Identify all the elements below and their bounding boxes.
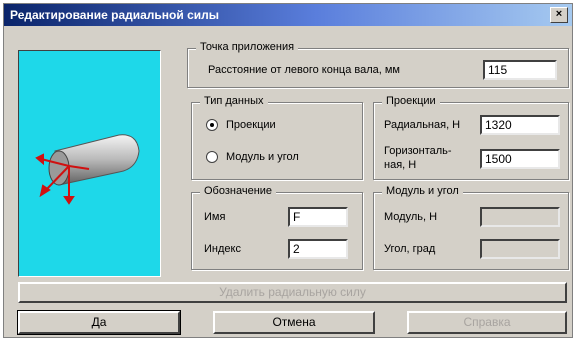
- close-button[interactable]: ×: [550, 7, 568, 23]
- index-input[interactable]: 2: [288, 239, 348, 259]
- modulus-input[interactable]: [480, 207, 560, 227]
- horizontal-label-line2: ная, Н: [384, 159, 417, 171]
- name-input[interactable]: F: [288, 207, 348, 227]
- distance-input[interactable]: 115: [483, 60, 557, 80]
- modulus-angle-group: Модуль и угол Модуль, Н Угол, град: [373, 185, 569, 270]
- angle-label: Угол, град: [384, 243, 436, 255]
- radio-modulus-angle-indicator[interactable]: [206, 151, 218, 163]
- projections-legend: Проекции: [382, 95, 440, 107]
- data-type-legend: Тип данных: [200, 95, 268, 107]
- title-bar[interactable]: Редактирование радиальной силы ×: [4, 4, 572, 26]
- radio-projections-indicator[interactable]: [206, 119, 218, 131]
- projections-group: Проекции Радиальная, Н 1320 Горизонталь-…: [373, 95, 569, 180]
- distance-label: Расстояние от левого конца вала, мм: [208, 64, 400, 76]
- data-type-group: Тип данных Проекции Модуль и угол: [191, 95, 363, 180]
- force-preview-image: [18, 50, 161, 277]
- modulus-label: Модуль, Н: [384, 211, 438, 223]
- ok-button[interactable]: Да: [17, 310, 181, 335]
- radio-projections[interactable]: Проекции: [206, 117, 346, 133]
- radio-modulus-angle[interactable]: Модуль и угол: [206, 149, 346, 165]
- help-button[interactable]: Справка: [407, 311, 567, 334]
- radial-label: Радиальная, Н: [384, 119, 461, 131]
- horizontal-label-line1: Горизонталь-: [384, 145, 452, 157]
- cancel-button[interactable]: Отмена: [213, 311, 375, 334]
- radio-projections-label: Проекции: [226, 119, 276, 131]
- dialog-title: Редактирование радиальной силы: [10, 8, 219, 22]
- delete-force-button[interactable]: Удалить радиальную силу: [18, 282, 567, 303]
- designation-legend: Обозначение: [200, 185, 277, 197]
- shaft-icon: [48, 134, 140, 186]
- close-icon: ×: [555, 8, 563, 20]
- name-label: Имя: [204, 211, 226, 223]
- angle-input[interactable]: [480, 239, 560, 259]
- horizontal-input[interactable]: 1500: [480, 149, 560, 169]
- shaft-force-illustration: [35, 134, 140, 205]
- radial-input[interactable]: 1320: [480, 115, 560, 135]
- modulus-angle-legend: Модуль и угол: [382, 185, 463, 197]
- index-label: Индекс: [204, 243, 241, 255]
- application-point-legend: Точка приложения: [196, 41, 299, 53]
- dialog-window: Редактирование радиальной силы × Точка п…: [3, 3, 573, 338]
- application-point-group: Точка приложения Расстояние от левого ко…: [187, 41, 569, 88]
- radio-modulus-angle-label: Модуль и угол: [226, 151, 299, 163]
- designation-group: Обозначение Имя F Индекс 2: [191, 185, 363, 270]
